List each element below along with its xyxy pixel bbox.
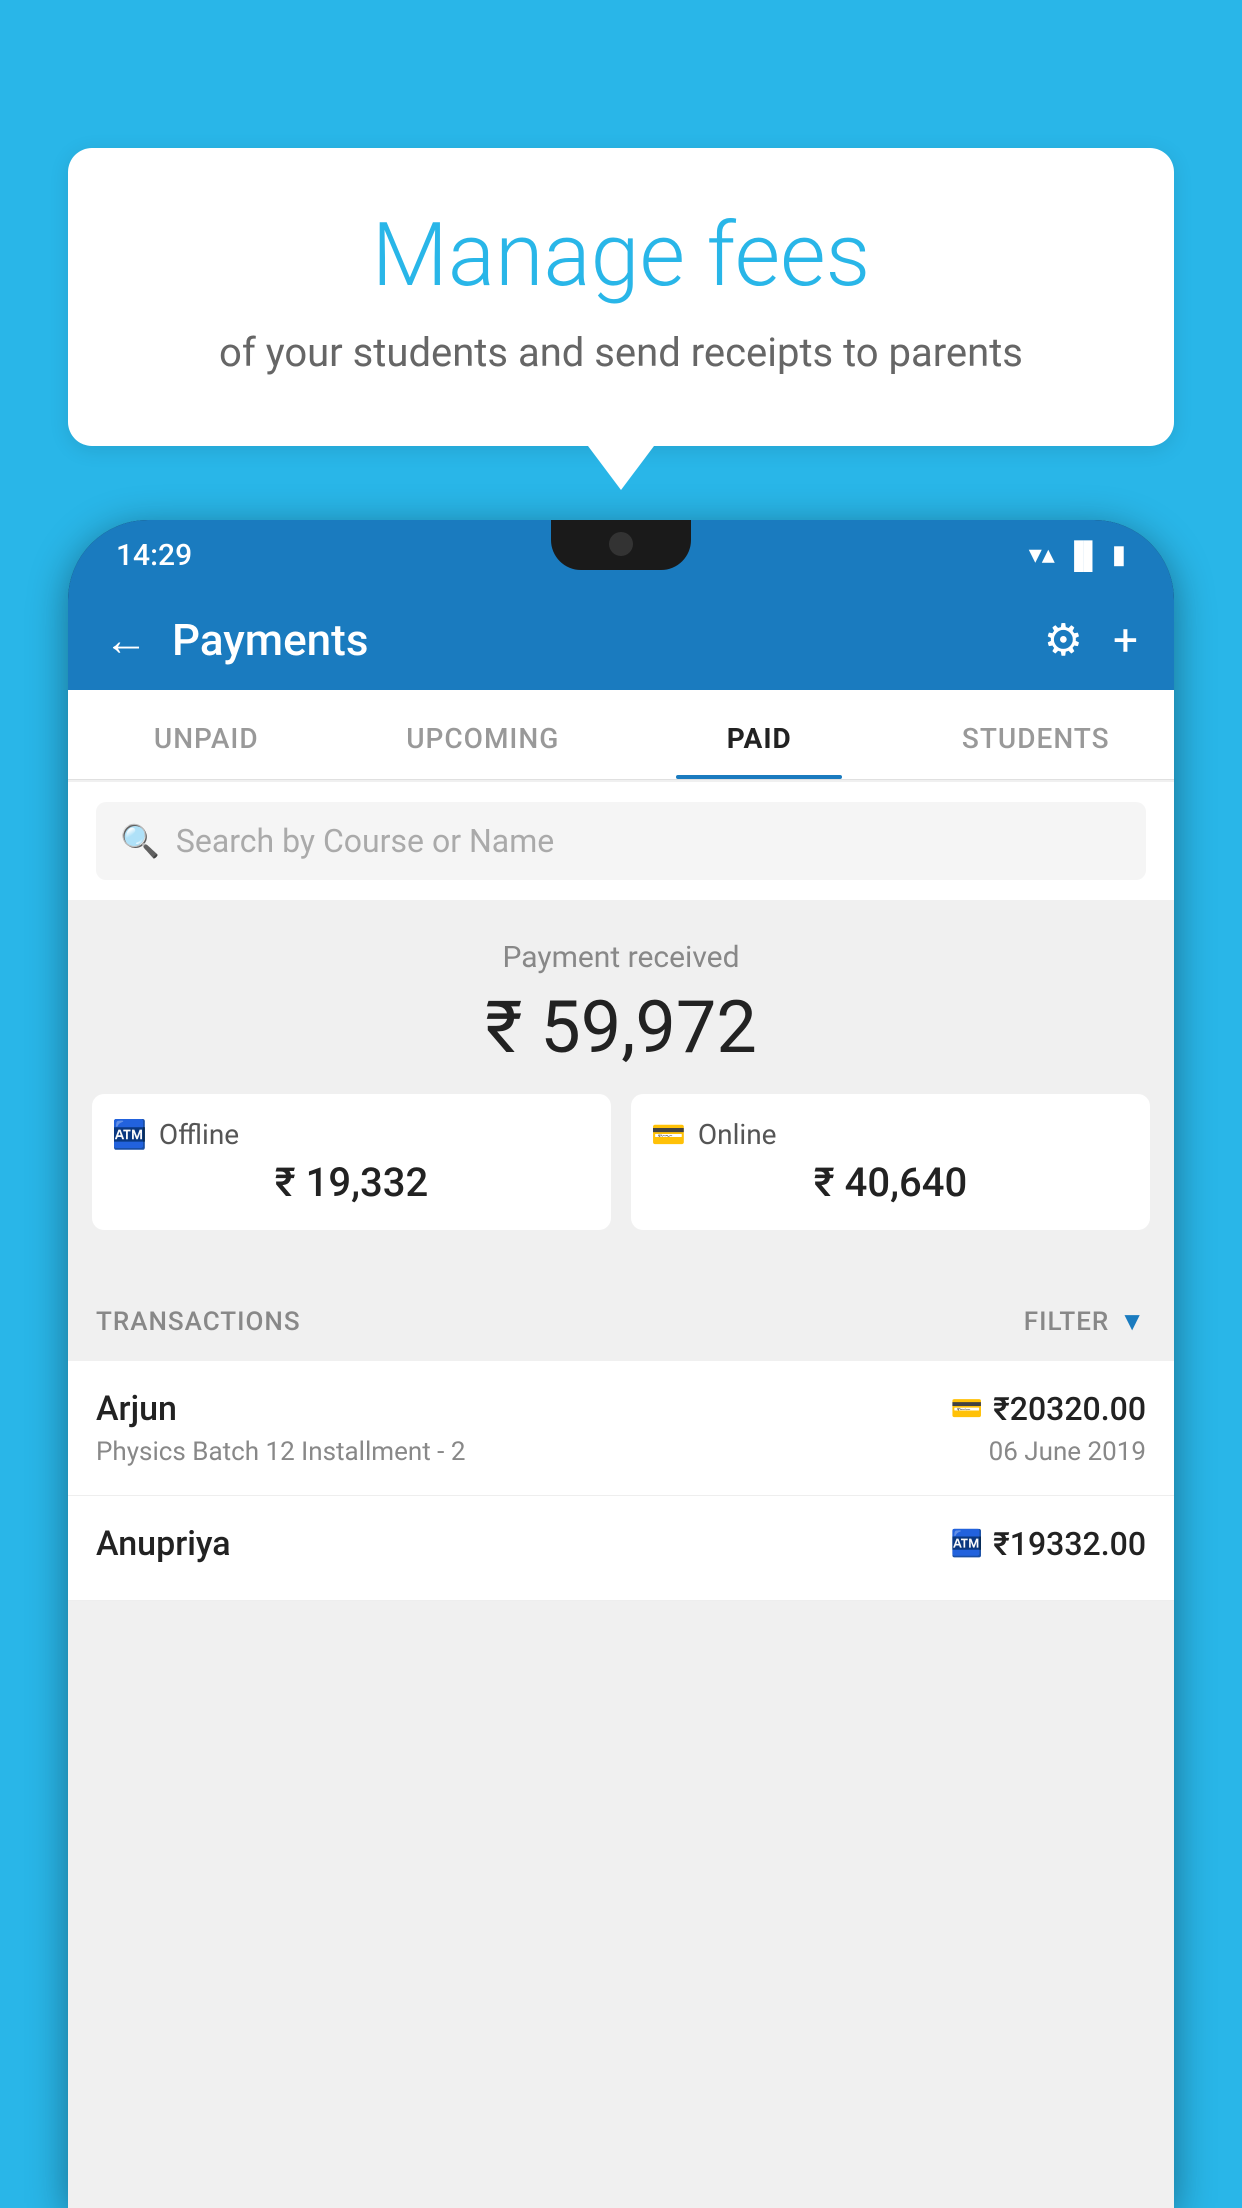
table-row[interactable]: Anupriya 🏧 ₹19332.00 (68, 1496, 1174, 1601)
tab-students[interactable]: STUDENTS (898, 690, 1175, 779)
table-row[interactable]: Arjun 💳 ₹20320.00 Physics Batch 12 Insta… (68, 1361, 1174, 1496)
transaction-amount-wrap: 🏧 ₹19332.00 (951, 1525, 1146, 1563)
online-card: 💳 Online ₹ 40,640 (631, 1094, 1150, 1230)
transaction-amount: ₹20320.00 (993, 1390, 1146, 1428)
wifi-icon: ▾▴ (1029, 540, 1055, 570)
card-payment-icon: 💳 (951, 1394, 983, 1424)
camera (609, 532, 633, 556)
search-input[interactable]: Search by Course or Name (176, 822, 554, 860)
status-time: 14:29 (116, 538, 192, 573)
transaction-amount: ₹19332.00 (993, 1525, 1146, 1563)
offline-card-header: 🏧 Offline (112, 1118, 591, 1151)
transaction-amount-wrap: 💳 ₹20320.00 (951, 1390, 1146, 1428)
tab-unpaid[interactable]: UNPAID (68, 690, 345, 779)
add-button[interactable]: + (1113, 614, 1138, 666)
transaction-name: Arjun (96, 1389, 177, 1429)
search-icon: 🔍 (120, 822, 160, 860)
payment-received-label: Payment received (68, 940, 1174, 975)
online-label: Online (698, 1118, 777, 1151)
phone-frame: 14:29 ▾▴ ▐▌ ▮ ← Payments ⚙ + UNPAID UPCO… (68, 520, 1174, 2208)
offline-card: 🏧 Offline ₹ 19,332 (92, 1094, 611, 1230)
online-icon: 💳 (651, 1118, 686, 1151)
transaction-bottom: Physics Batch 12 Installment - 2 06 June… (96, 1437, 1146, 1467)
search-box[interactable]: 🔍 Search by Course or Name (96, 802, 1146, 880)
payment-total-amount: ₹ 59,972 (68, 985, 1174, 1070)
tab-upcoming[interactable]: UPCOMING (345, 690, 622, 779)
transaction-course: Physics Batch 12 Installment - 2 (96, 1437, 465, 1467)
status-bar: 14:29 ▾▴ ▐▌ ▮ (68, 520, 1174, 590)
filter-button[interactable]: FILTER ▼ (1024, 1306, 1146, 1337)
bubble-title: Manage fees (118, 208, 1124, 305)
transaction-name: Anupriya (96, 1524, 231, 1564)
online-amount: ₹ 40,640 (651, 1159, 1130, 1206)
payment-cards: 🏧 Offline ₹ 19,332 💳 Online ₹ 40,640 (68, 1094, 1174, 1258)
signal-icon: ▐▌ (1065, 540, 1102, 571)
status-icons: ▾▴ ▐▌ ▮ (1029, 540, 1126, 571)
phone-screen: UNPAID UPCOMING PAID STUDENTS 🔍 Search b… (68, 690, 1174, 2208)
settings-icon[interactable]: ⚙ (1044, 614, 1083, 666)
notch (551, 520, 691, 570)
offline-label: Offline (159, 1118, 239, 1151)
battery-icon: ▮ (1112, 540, 1126, 570)
tabs: UNPAID UPCOMING PAID STUDENTS (68, 690, 1174, 780)
transaction-date: 06 June 2019 (989, 1437, 1146, 1467)
app-header: ← Payments ⚙ + (68, 590, 1174, 690)
search-container: 🔍 Search by Course or Name (68, 782, 1174, 900)
header-actions: ⚙ + (1044, 614, 1138, 666)
online-card-header: 💳 Online (651, 1118, 1130, 1151)
filter-icon: ▼ (1119, 1306, 1146, 1337)
page-title: Payments (172, 614, 1044, 666)
transaction-top: Anupriya 🏧 ₹19332.00 (96, 1524, 1146, 1564)
transaction-top: Arjun 💳 ₹20320.00 (96, 1389, 1146, 1429)
speech-bubble: Manage fees of your students and send re… (68, 148, 1174, 446)
back-button[interactable]: ← (104, 614, 148, 666)
cash-payment-icon: 🏧 (951, 1529, 983, 1559)
tab-paid[interactable]: PAID (621, 690, 898, 779)
filter-label: FILTER (1024, 1307, 1109, 1337)
offline-amount: ₹ 19,332 (112, 1159, 591, 1206)
bubble-subtitle: of your students and send receipts to pa… (118, 329, 1124, 376)
transactions-header: TRANSACTIONS FILTER ▼ (68, 1282, 1174, 1361)
transactions-label: TRANSACTIONS (96, 1307, 301, 1337)
offline-icon: 🏧 (112, 1118, 147, 1151)
payment-summary: Payment received ₹ 59,972 🏧 Offline ₹ 19… (68, 900, 1174, 1282)
